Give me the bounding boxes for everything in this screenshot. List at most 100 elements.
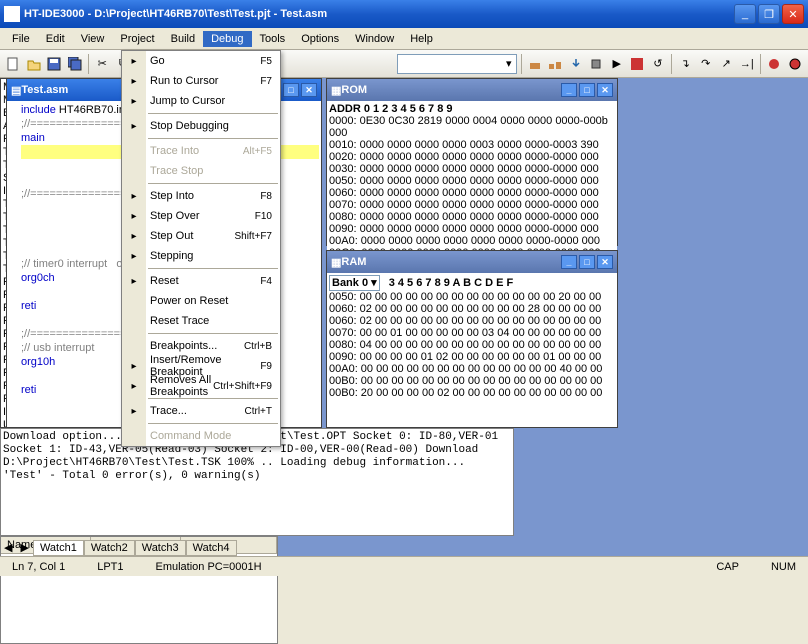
menu-edit[interactable]: Edit: [38, 31, 73, 47]
menu-item-label: Command Mode: [150, 430, 231, 442]
rom-view[interactable]: ADDR 0 1 2 3 4 5 6 7 8 90000: 0E30 0C30 …: [327, 101, 617, 261]
menu-separator: [148, 423, 278, 424]
menu-item-insert-remove-breakpoint[interactable]: ▸Insert/Remove BreakpointF9: [122, 356, 280, 376]
cut-icon[interactable]: ✂: [93, 53, 112, 75]
app-icon: [4, 6, 20, 22]
reset-icon[interactable]: ↺: [649, 53, 668, 75]
rom-close-button[interactable]: ✕: [597, 83, 613, 97]
menu-item-trace-into: Trace IntoAlt+F5: [122, 141, 280, 161]
menu-item-step-over[interactable]: ▸Step OverF10: [122, 206, 280, 226]
open-file-icon[interactable]: [25, 53, 44, 75]
ram-title-text: RAM: [341, 256, 366, 268]
toolbar-sep: [760, 54, 761, 74]
menu-item-power-on-reset[interactable]: Power on Reset: [122, 291, 280, 311]
ram-close-button[interactable]: ✕: [597, 255, 613, 269]
watch-panel: Name Value Address ◆ ◀ ▶ Watch1Watch2Wat…: [0, 536, 278, 644]
menu-item-stop-debugging[interactable]: ▸Stop Debugging: [122, 116, 280, 136]
save-file-icon[interactable]: [45, 53, 64, 75]
code-max-button[interactable]: □: [283, 83, 299, 97]
menu-view[interactable]: View: [73, 31, 113, 47]
menu-item-run-to-cursor[interactable]: ▸Run to CursorF7: [122, 71, 280, 91]
menu-project[interactable]: Project: [112, 31, 162, 47]
bp-clear-icon: ▸: [126, 378, 142, 394]
menu-help[interactable]: Help: [402, 31, 441, 47]
chip-icon[interactable]: [587, 53, 606, 75]
step-out-icon[interactable]: ↗: [717, 53, 736, 75]
menu-item-command-mode: Command Mode: [122, 426, 280, 446]
watch-tabs: ◀ ▶ Watch1Watch2Watch3Watch4: [0, 540, 237, 556]
watch-tab-2[interactable]: Watch2: [84, 540, 135, 556]
menu-build[interactable]: Build: [163, 31, 203, 47]
ram-view[interactable]: Bank 0 ▾ 3 4 5 6 7 8 9 A B C D E F0050: …: [327, 273, 617, 401]
ram-panel-title[interactable]: ▦ RAM _ □ ✕: [327, 251, 617, 273]
go-icon: ▸: [126, 53, 142, 69]
menu-options[interactable]: Options: [293, 31, 347, 47]
menu-tools[interactable]: Tools: [252, 31, 294, 47]
run-to-icon[interactable]: →|: [738, 53, 757, 75]
maximize-button[interactable]: ❐: [758, 4, 780, 24]
breakpoint2-icon[interactable]: [785, 53, 804, 75]
new-file-icon[interactable]: [4, 53, 23, 75]
rom-title-text: ROM: [341, 84, 367, 96]
status-num: NUM: [763, 561, 804, 573]
minimize-button[interactable]: _: [734, 4, 756, 24]
menu-item-trace-[interactable]: ▸Trace...Ctrl+T: [122, 401, 280, 421]
jump-icon: ▸: [126, 93, 142, 109]
bank-select[interactable]: Bank 0 ▾: [329, 275, 380, 291]
rom-panel-title[interactable]: ▦ ROM _ □ ✕: [327, 79, 617, 101]
stop-icon[interactable]: [628, 53, 647, 75]
menu-item-step-out[interactable]: ▸Step OutShift+F7: [122, 226, 280, 246]
ram-max-button[interactable]: □: [579, 255, 595, 269]
rom-max-button[interactable]: □: [579, 83, 595, 97]
rom-panel: ▦ ROM _ □ ✕ ADDR 0 1 2 3 4 5 6 7 8 90000…: [326, 78, 618, 246]
rebuild-icon[interactable]: [546, 53, 565, 75]
menu-shortcut: Ctrl+B: [244, 341, 272, 352]
window-buttons: _ ❐ ✕: [734, 4, 804, 24]
menu-item-label: Trace Into: [150, 145, 199, 157]
tab-prev-icon[interactable]: ◀: [0, 540, 16, 556]
menu-shortcut: Ctrl+T: [245, 406, 273, 417]
download-icon[interactable]: [566, 53, 585, 75]
build-icon[interactable]: [525, 53, 544, 75]
go-icon[interactable]: ▶: [608, 53, 627, 75]
status-cap: CAP: [708, 561, 747, 573]
menu-item-trace-stop: Trace Stop: [122, 161, 280, 181]
breakpoint-icon[interactable]: [765, 53, 784, 75]
menu-item-removes-all-breakpoints[interactable]: ▸Removes All BreakpointsCtrl+Shift+F9: [122, 376, 280, 396]
watch-tab-4[interactable]: Watch4: [186, 540, 237, 556]
run-to-icon: ▸: [126, 73, 142, 89]
watch-tab-3[interactable]: Watch3: [135, 540, 186, 556]
step-over-icon[interactable]: ↷: [696, 53, 715, 75]
code-close-button[interactable]: ✕: [301, 83, 317, 97]
trace-icon: ▸: [126, 403, 142, 419]
menu-shortcut: Ctrl+Shift+F9: [213, 381, 272, 392]
menu-shortcut: F10: [255, 211, 272, 222]
menu-item-jump-to-cursor[interactable]: ▸Jump to Cursor: [122, 91, 280, 111]
watch-tab-1[interactable]: Watch1: [33, 540, 84, 556]
menu-shortcut: Shift+F7: [234, 231, 272, 242]
ram-icon: ▦: [331, 256, 341, 269]
stepping-icon: ▸: [126, 248, 142, 264]
menu-item-step-into[interactable]: ▸Step IntoF8: [122, 186, 280, 206]
menu-item-reset[interactable]: ▸ResetF4: [122, 271, 280, 291]
rom-min-button[interactable]: _: [561, 83, 577, 97]
ram-min-button[interactable]: _: [561, 255, 577, 269]
menu-item-stepping[interactable]: ▸Stepping: [122, 246, 280, 266]
step-over-icon: ▸: [126, 208, 142, 224]
menu-separator: [148, 138, 278, 139]
menu-item-reset-trace[interactable]: Reset Trace: [122, 311, 280, 331]
menu-separator: [148, 398, 278, 399]
menu-separator: [148, 268, 278, 269]
close-button[interactable]: ✕: [782, 4, 804, 24]
menu-item-label: Step Into: [150, 190, 194, 202]
menu-window[interactable]: Window: [347, 31, 402, 47]
save-all-icon[interactable]: [66, 53, 85, 75]
menu-file[interactable]: File: [4, 31, 38, 47]
config-combo[interactable]: ▾: [397, 54, 517, 74]
step-into-icon[interactable]: ↴: [676, 53, 695, 75]
menu-debug[interactable]: Debug: [203, 31, 251, 47]
menu-item-label: Stop Debugging: [150, 120, 229, 132]
menu-item-breakpoints-[interactable]: Breakpoints...Ctrl+B: [122, 336, 280, 356]
tab-next-icon[interactable]: ▶: [16, 540, 32, 556]
menu-item-go[interactable]: ▸GoF5: [122, 51, 280, 71]
